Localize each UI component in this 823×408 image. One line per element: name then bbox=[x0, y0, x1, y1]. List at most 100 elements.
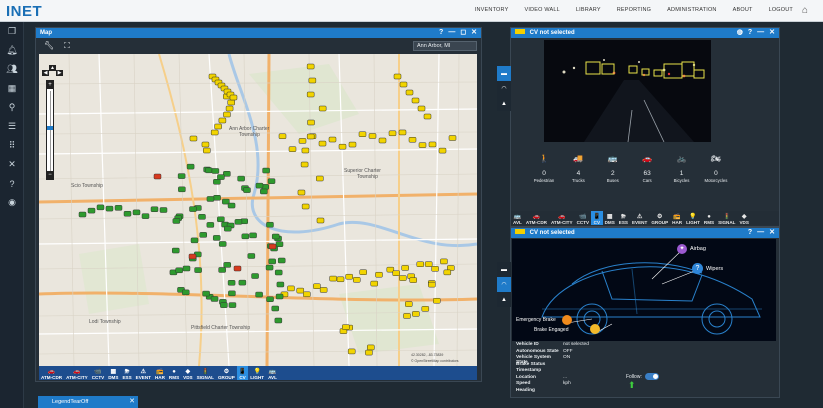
layer-cv-button[interactable]: 📱 CV bbox=[236, 366, 249, 380]
vehicle-marker[interactable] bbox=[203, 147, 211, 154]
vehicle-marker[interactable] bbox=[359, 269, 367, 275]
vehicle-marker[interactable] bbox=[223, 111, 231, 118]
vehicle-marker[interactable] bbox=[178, 186, 186, 193]
vehicle-marker[interactable] bbox=[213, 179, 221, 185]
vehicle-marker[interactable] bbox=[318, 140, 327, 147]
vehicle-marker[interactable] bbox=[367, 344, 375, 351]
layer-atm-cdr-button[interactable]: 🚗 ATM-CDR bbox=[39, 366, 64, 380]
layer-vds-button[interactable]: ◆ VDS bbox=[181, 366, 194, 380]
vehicle-marker[interactable] bbox=[153, 173, 162, 180]
vehicle-marker[interactable] bbox=[316, 217, 325, 224]
vehicle-marker[interactable] bbox=[329, 275, 337, 282]
vehicle-marker[interactable] bbox=[428, 141, 437, 148]
zoom-out-icon[interactable]: − bbox=[47, 171, 53, 179]
vehicle-marker[interactable] bbox=[306, 91, 315, 98]
nav-administration[interactable]: ADMINISTRATION bbox=[667, 7, 716, 13]
vehicle-marker[interactable] bbox=[214, 123, 222, 130]
vehicle-marker[interactable] bbox=[218, 117, 227, 124]
vehicle-marker[interactable] bbox=[298, 138, 307, 144]
vehicle-marker[interactable] bbox=[303, 291, 311, 298]
vehicle-marker[interactable] bbox=[408, 136, 417, 143]
vehicle-marker[interactable] bbox=[313, 283, 321, 290]
vehicle-marker[interactable] bbox=[267, 178, 276, 184]
vehicle-marker[interactable] bbox=[188, 253, 197, 260]
vehicle-marker[interactable] bbox=[411, 97, 420, 104]
vehicle-marker[interactable] bbox=[336, 276, 345, 283]
vehicle-marker[interactable] bbox=[96, 204, 105, 211]
minimize-icon[interactable]: — bbox=[757, 28, 764, 38]
layer-event-button[interactable]: ⚠ EVENT bbox=[630, 211, 649, 225]
vehicle-marker[interactable] bbox=[181, 289, 190, 296]
vehicle-marker[interactable] bbox=[114, 205, 123, 211]
zoom-in-icon[interactable]: + bbox=[47, 81, 53, 89]
layer-ess-button[interactable]: ⛈ ESS bbox=[120, 366, 133, 380]
vehicle-marker[interactable] bbox=[433, 297, 441, 304]
vehicle-marker[interactable] bbox=[278, 133, 287, 140]
layer-atm-cdr-button[interactable]: 🚗 ATM-CDR bbox=[524, 211, 549, 225]
close-icon[interactable]: ✕ bbox=[471, 28, 477, 38]
vehicle-marker[interactable] bbox=[218, 267, 226, 273]
wifi-icon[interactable]: ◠ bbox=[497, 81, 511, 96]
home-icon[interactable]: ⌂ bbox=[802, 5, 813, 16]
layer-group-button[interactable]: ⚙ GROUP bbox=[649, 211, 670, 225]
minimize-icon[interactable]: — bbox=[757, 228, 764, 238]
vehicle-marker[interactable] bbox=[328, 136, 337, 143]
pan-left-icon[interactable]: ◀ bbox=[42, 70, 49, 76]
vehicle-marker[interactable] bbox=[159, 207, 168, 213]
vehicle-marker[interactable] bbox=[132, 209, 141, 216]
vehicle-marker[interactable] bbox=[418, 142, 427, 148]
vehicle-marker[interactable] bbox=[105, 205, 114, 212]
vehicle-marker[interactable] bbox=[412, 311, 420, 317]
vehicle-marker[interactable] bbox=[370, 280, 379, 287]
close-icon[interactable]: ✕ bbox=[129, 396, 135, 408]
vehicle-marker[interactable] bbox=[399, 81, 408, 88]
vehicle-marker[interactable] bbox=[438, 147, 447, 154]
vehicle-marker[interactable] bbox=[255, 291, 263, 298]
vehicle-marker[interactable] bbox=[223, 262, 231, 268]
vehicle-marker[interactable] bbox=[431, 266, 439, 272]
layer-avl-button[interactable]: 🚌 AVL bbox=[266, 366, 279, 380]
vehicle-marker[interactable] bbox=[296, 287, 305, 294]
crop-icon[interactable]: ⛶ bbox=[64, 41, 70, 51]
vehicle-marker[interactable] bbox=[345, 273, 353, 280]
vehicle-marker[interactable] bbox=[177, 173, 186, 179]
vehicle-marker[interactable] bbox=[440, 258, 448, 265]
nav-reporting[interactable]: REPORTING bbox=[617, 7, 651, 13]
vehicle-marker[interactable] bbox=[300, 161, 309, 168]
layer-cv-button[interactable]: 📱 CV bbox=[591, 211, 603, 225]
vehicle-marker[interactable] bbox=[194, 267, 202, 273]
vehicle-marker[interactable] bbox=[227, 280, 236, 286]
bell-icon[interactable]: ▲ bbox=[497, 96, 511, 111]
bell-icon[interactable]: 🔔︎ bbox=[0, 41, 24, 60]
vehicle-marker[interactable] bbox=[189, 135, 198, 142]
vehicle-marker[interactable] bbox=[274, 269, 283, 276]
copy-icon[interactable]: ❐ bbox=[0, 22, 24, 41]
layer-atm-city-button[interactable]: 🚗 ATM-CITY bbox=[64, 366, 90, 380]
help-icon[interactable]: ? bbox=[439, 28, 443, 38]
user-icon[interactable]: ◉ bbox=[0, 193, 24, 212]
vehicle-marker[interactable] bbox=[227, 99, 235, 106]
vehicle-marker[interactable] bbox=[198, 214, 206, 220]
vehicle-marker[interactable] bbox=[409, 277, 418, 283]
vehicle-marker[interactable] bbox=[347, 348, 356, 355]
vehicle-marker[interactable] bbox=[423, 113, 432, 120]
location-select[interactable]: Ann Arbor, MI bbox=[413, 41, 477, 51]
apps-icon[interactable]: ⠿ bbox=[0, 136, 24, 155]
vehicle-marker[interactable] bbox=[358, 131, 367, 137]
zoom-handle[interactable] bbox=[47, 126, 53, 130]
vehicle-marker[interactable] bbox=[210, 129, 219, 136]
help-icon[interactable]: ? bbox=[748, 228, 752, 238]
vehicle-marker[interactable] bbox=[251, 273, 259, 279]
zoom-slider[interactable]: + − bbox=[46, 80, 54, 180]
help-icon[interactable]: ? bbox=[748, 28, 752, 38]
close-icon[interactable]: ✕ bbox=[769, 228, 775, 238]
wifi-icon[interactable]: ◠ bbox=[497, 277, 511, 292]
vehicle-marker[interactable] bbox=[241, 233, 250, 240]
vehicle-marker[interactable] bbox=[262, 167, 270, 174]
layer-ess-button[interactable]: ⛈ ESS bbox=[617, 211, 630, 225]
vehicle-marker[interactable] bbox=[342, 324, 350, 330]
map-canvas[interactable]: Ann Arbor Charter Township Superior Char… bbox=[39, 54, 477, 366]
vehicle-marker[interactable] bbox=[171, 247, 180, 254]
vehicle-marker[interactable] bbox=[217, 216, 225, 223]
vehicle-marker[interactable] bbox=[175, 267, 183, 274]
